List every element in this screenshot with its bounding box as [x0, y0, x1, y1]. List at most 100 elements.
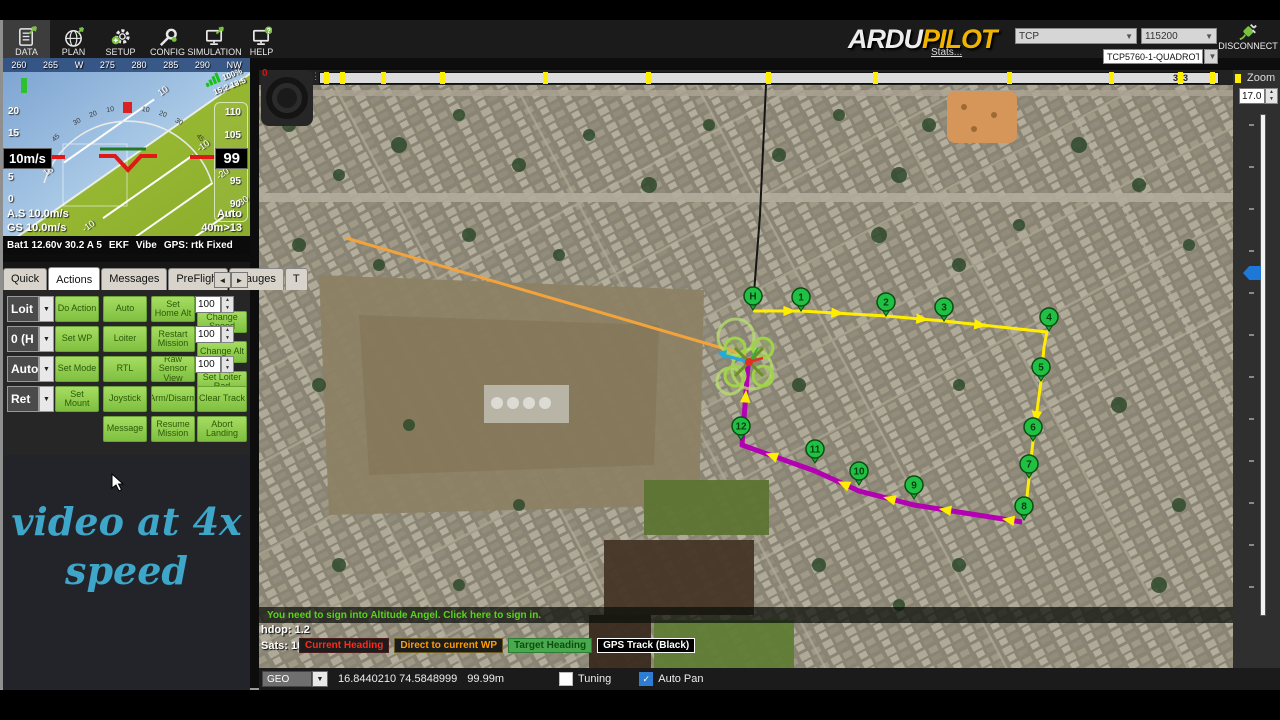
action-button-loiter[interactable]: Loiter	[103, 326, 147, 352]
tab-quick[interactable]: Quick	[3, 268, 48, 290]
action-button-clear-track[interactable]: Clear Track	[197, 386, 247, 412]
action-dropdown-1[interactable]: 0 (H ▼	[7, 326, 54, 352]
progress-tick	[766, 72, 771, 84]
heading-tick: 290	[194, 60, 210, 70]
heading-tick: 260	[11, 60, 27, 70]
tab-scroll-right[interactable]: ►	[231, 272, 248, 288]
action-button-set-home-alt[interactable]: Set Home Alt	[151, 296, 195, 322]
heading-tick: 285	[163, 60, 179, 70]
hud-status-bar: Bat1 12.60v 30.2 A 5 EKF Vibe GPS: rtk F…	[3, 236, 250, 254]
toolbar-config[interactable]: CONFIG	[144, 20, 191, 58]
waypoint-number: 3	[941, 303, 947, 314]
spin-down-icon: ▼	[225, 334, 230, 341]
roll-angle-label: 10	[106, 106, 115, 114]
progress-tick	[873, 72, 879, 84]
zoom-strip: Zoom 17.0 ▲ ▼	[1233, 70, 1280, 668]
chevron-down-icon: ▼	[312, 671, 328, 687]
action-stepper-1[interactable]: 100 ▲ ▼	[195, 326, 234, 343]
com-port-dropdown-button[interactable]: ▼	[1204, 49, 1218, 64]
waypoint-number: 8	[1021, 502, 1027, 513]
action-button-abort-landing[interactable]: Abort Landing	[197, 416, 247, 442]
toolbar-plan[interactable]: PLAN	[50, 20, 97, 58]
action-button-auto[interactable]: Auto	[103, 296, 147, 322]
action-dropdown-0[interactable]: Loit ▼	[7, 296, 54, 322]
action-stepper-2[interactable]: 100 ▲ ▼	[195, 356, 234, 373]
action-button-resume-mission[interactable]: Resume Mission	[151, 416, 195, 442]
connection-type-dropdown[interactable]: TCP ▼	[1015, 28, 1137, 44]
hud-panel[interactable]: 1010-10-10-20-20-30-30 60453020101020304…	[3, 58, 250, 254]
setup-icon	[110, 26, 131, 47]
action-button-joystick[interactable]: Joystick	[103, 386, 147, 412]
action-button-set-wp[interactable]: Set WP	[55, 326, 99, 352]
progress-tick	[323, 72, 329, 84]
plan-icon	[63, 26, 84, 47]
tuning-checkbox-row[interactable]: Tuning	[559, 672, 611, 686]
roll-angle-label: 30	[174, 117, 184, 127]
hud-green-marker	[21, 78, 27, 93]
stepper-spin-buttons[interactable]: ▲ ▼	[221, 356, 234, 373]
stepper-spin-buttons[interactable]: ▲ ▼	[221, 326, 234, 343]
stepper-spin-buttons[interactable]: ▲ ▼	[221, 296, 234, 313]
action-dropdown-value: 0 (H	[7, 326, 39, 352]
autopan-checkbox[interactable]: ✓	[639, 672, 654, 686]
vibe-indicator[interactable]: Vibe	[136, 240, 157, 251]
legend-target-heading[interactable]: Target Heading	[508, 638, 593, 653]
altitude-tick: 110	[224, 107, 241, 118]
flight-mode-label: Auto	[216, 208, 242, 220]
toolbar-label: HELP	[249, 47, 274, 57]
tuning-checkbox[interactable]	[559, 672, 573, 686]
satellite-map[interactable]: H 1 2 3456789101112	[259, 85, 1233, 668]
altitude-angel-banner[interactable]: You need to sign into Altitude Angel. Cl…	[259, 607, 1233, 623]
chevron-down-icon: ▼	[1205, 31, 1213, 41]
autopan-checkbox-row[interactable]: ✓ Auto Pan	[639, 672, 704, 686]
action-button-set-mode[interactable]: Set Mode	[55, 356, 99, 382]
progress-tick	[1006, 72, 1012, 84]
zoom-slider-tick	[1249, 292, 1254, 294]
zoom-stepper[interactable]: 17.0 ▲ ▼	[1239, 88, 1278, 104]
action-button-restart-mission[interactable]: Restart Mission	[151, 326, 195, 352]
action-button-message[interactable]: Message	[103, 416, 147, 442]
disconnect-button[interactable]: DISCONNECT	[1217, 21, 1279, 57]
action-button-raw-sensor-view[interactable]: Raw Sensor View	[151, 356, 195, 382]
toolbar-setup[interactable]: SETUP	[97, 20, 144, 58]
sats-readout: Sats: 10	[261, 640, 304, 652]
coord-system-dropdown[interactable]: GEO ▼	[262, 671, 328, 687]
zoom-slider-tick	[1249, 166, 1254, 168]
progress-tick	[440, 72, 446, 84]
stats-link[interactable]: Stats...	[931, 47, 962, 58]
lower-left-panel: video at 4x speed	[3, 455, 250, 690]
action-button-arm-disarm[interactable]: Arm/Disarm	[151, 386, 195, 412]
disconnect-label: DISCONNECT	[1218, 41, 1278, 51]
hdop-readout: hdop: 1.2	[261, 624, 310, 636]
toolbar-help[interactable]: ? HELP	[238, 20, 285, 58]
tab-messages[interactable]: Messages	[101, 268, 168, 290]
baud-rate-dropdown[interactable]: 115200 ▼	[1141, 28, 1217, 44]
zoom-slider-thumb[interactable]	[1243, 266, 1261, 280]
spin-up-icon: ▲	[225, 327, 230, 333]
spin-up-icon: ▲	[225, 357, 230, 363]
spin-down-icon: ▼	[225, 304, 230, 311]
legend-gps-track-black-[interactable]: GPS Track (Black)	[597, 638, 696, 653]
action-dropdown-2[interactable]: Auto ▼	[7, 356, 54, 382]
ekf-indicator[interactable]: EKF	[109, 240, 129, 251]
tab-scroll-left[interactable]: ◄	[214, 272, 231, 288]
com-port-dropdown[interactable]: TCP5760-1-QUADROT(	[1103, 49, 1203, 64]
toolbar-data[interactable]: DATA	[3, 20, 50, 58]
action-button-do-action[interactable]: Do Action	[55, 296, 99, 322]
action-stepper-0[interactable]: 100 ▲ ▼	[195, 296, 234, 313]
action-button-rtl[interactable]: RTL	[103, 356, 147, 382]
waypoint-number: 9	[911, 481, 917, 492]
zoom-slider-track[interactable]	[1260, 114, 1266, 616]
action-button-set-mount[interactable]: Set Mount	[55, 386, 99, 412]
mission-progress-bar[interactable]: 363	[319, 72, 1219, 84]
tab-actions[interactable]: Actions	[48, 267, 101, 291]
tab-t[interactable]: T	[284, 268, 308, 290]
com-port-value: TCP5760-1-QUADROT(	[1107, 51, 1199, 62]
map-legend: Current Heading Direct to current WP Targe…	[299, 638, 696, 653]
zoom-spin-buttons[interactable]: ▲ ▼	[1265, 88, 1278, 104]
action-dropdown-3[interactable]: Ret ▼	[7, 386, 54, 412]
legend-direct-to-current-wp[interactable]: Direct to current WP	[394, 638, 504, 653]
toolbar-simulation[interactable]: SIMULATION	[187, 20, 242, 58]
legend-current-heading[interactable]: Current Heading	[299, 638, 390, 653]
roll-angle-label: 20	[88, 110, 98, 119]
